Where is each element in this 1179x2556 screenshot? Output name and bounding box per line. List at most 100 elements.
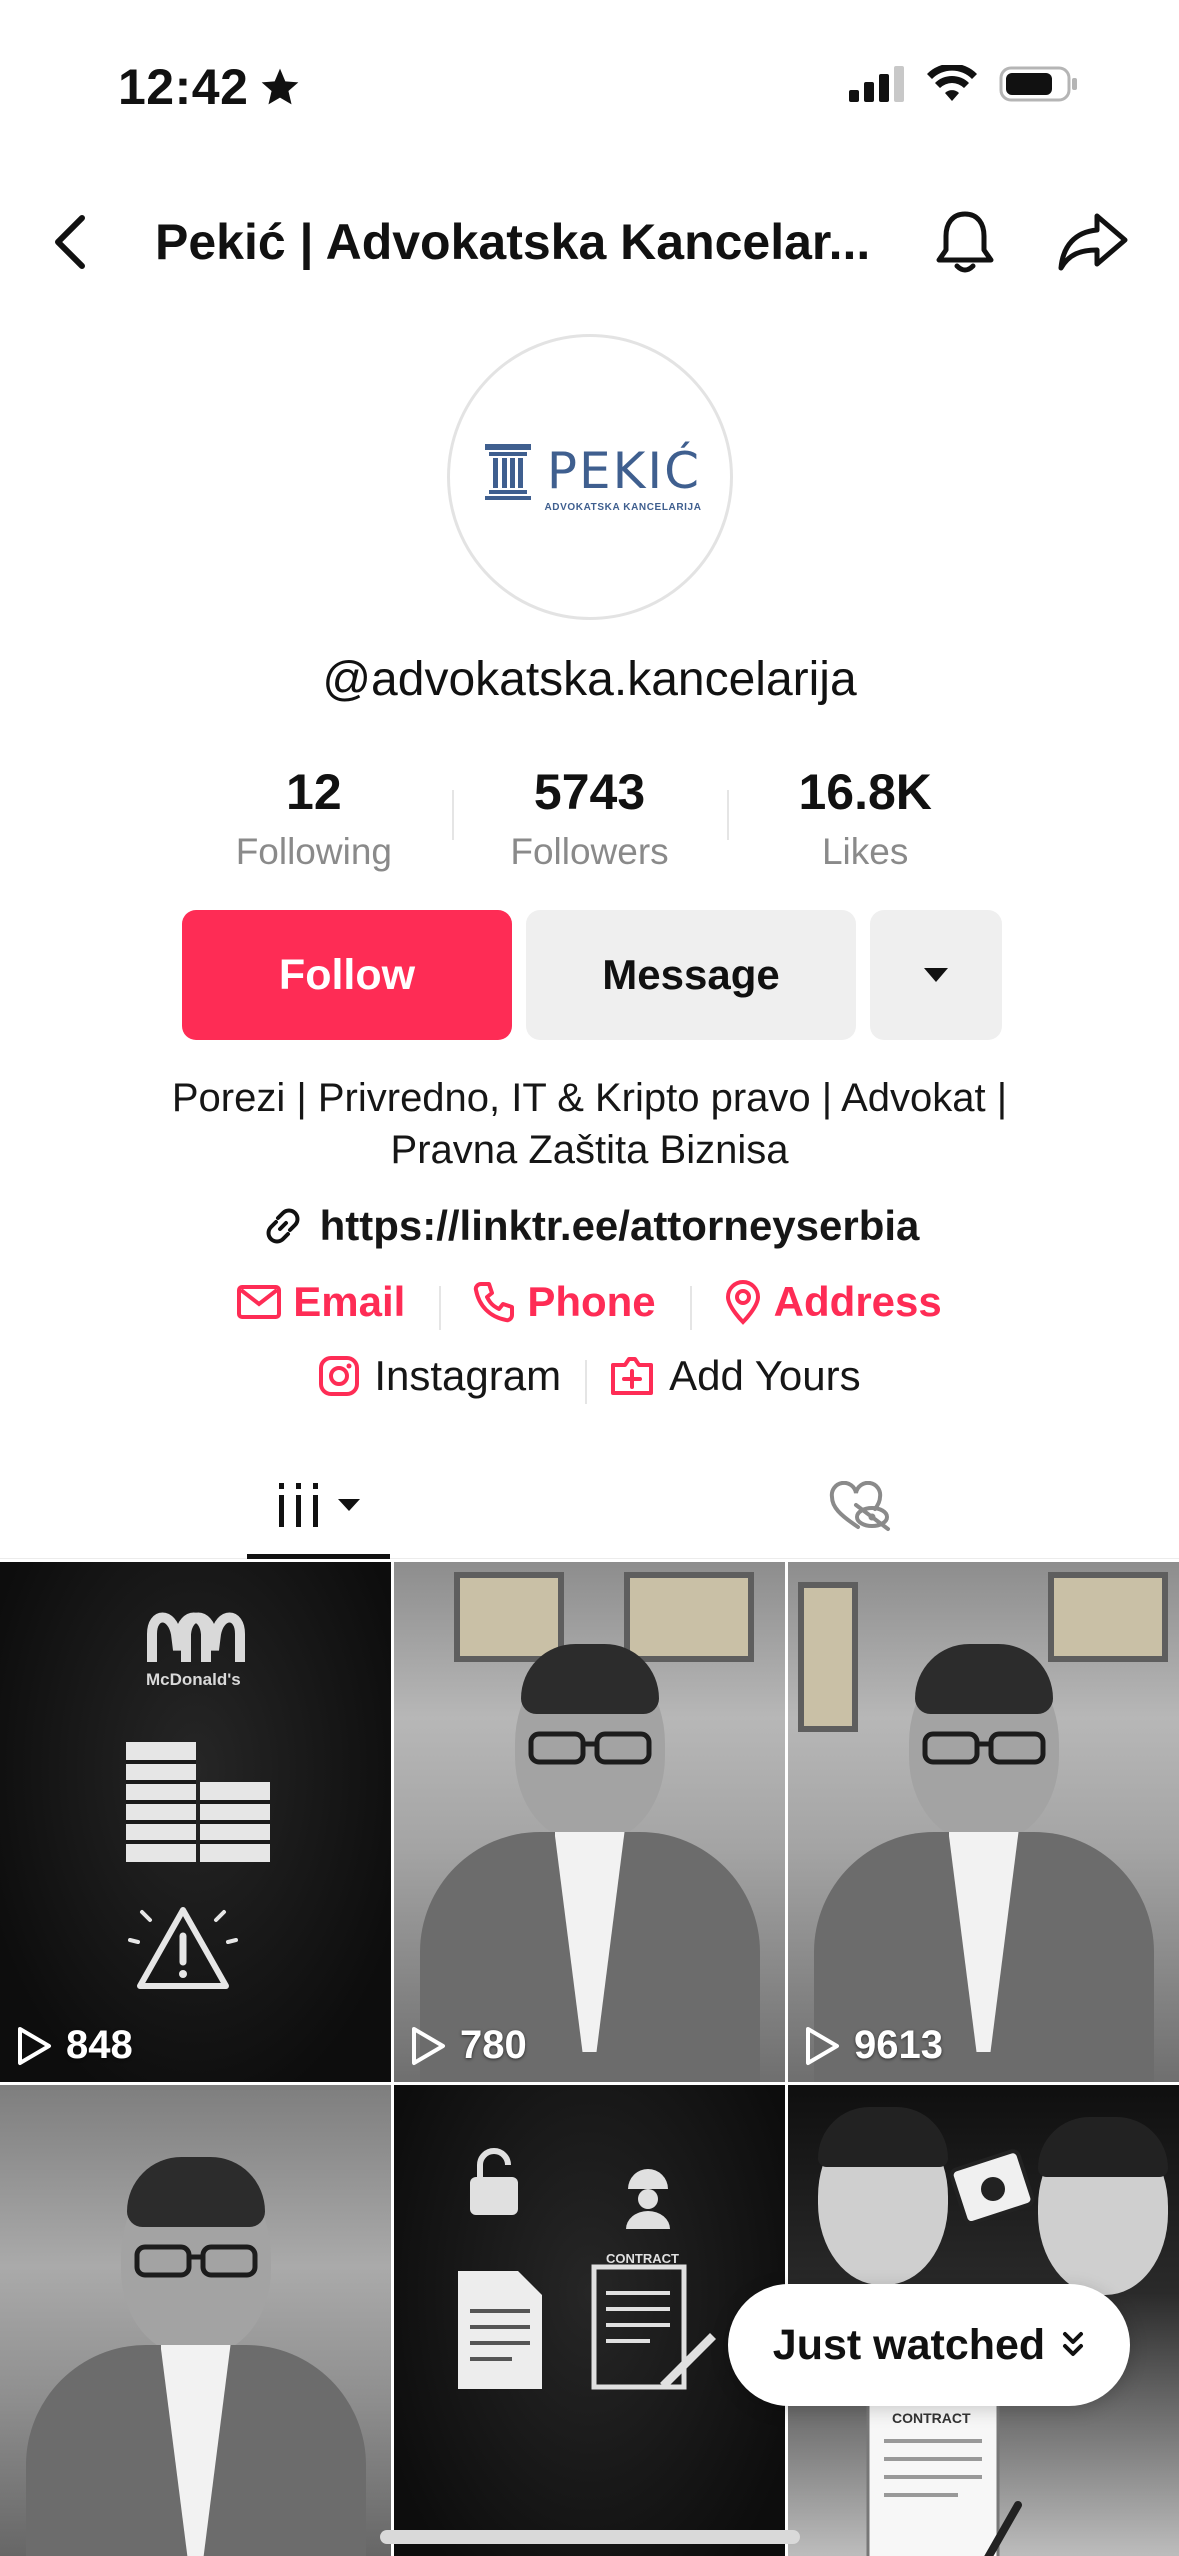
double-chevron-down-icon [1063,2332,1084,2356]
phone-button[interactable]: Phone [439,1278,689,1330]
address-button[interactable]: Address [689,1278,976,1330]
tab-videos[interactable] [247,1455,390,1559]
logo-subtext: ADVOKATSKA KANCELARIJA [544,501,702,513]
wall-frame [454,1572,564,1662]
wifi-icon [927,65,977,101]
stat-label: Followers [510,831,669,872]
profile-header: Pekić | Advokatska Kancelar... [0,190,1179,300]
video-thumbnail[interactable] [0,2085,391,2556]
stat-likes[interactable]: 16.8K Likes [727,760,1003,880]
stat-value: 16.8K [798,764,932,820]
caret-down-icon [337,1498,360,1511]
location-pin-icon [725,1280,760,1325]
phone-icon [474,1282,515,1323]
tab-liked[interactable] [810,1455,910,1559]
suggested-accounts-button[interactable] [870,910,1002,1040]
document-icon [458,2271,542,2389]
battery-icon [999,66,1077,102]
stat-label: Following [235,831,392,872]
email-label: Email [293,1278,406,1325]
view-count: 848 [16,2023,133,2068]
bio-link[interactable]: https://linktr.ee/attorneyserbia [0,1202,1179,1250]
back-chevron-icon [55,215,85,269]
video-thumbnail[interactable]: 780 [394,1562,785,2082]
share-icon [1058,213,1128,271]
profile-tabs [0,1455,1179,1559]
view-count-text: 9613 [854,2023,943,2067]
status-bar: 12:42 [0,0,1179,170]
link-icon [266,1208,300,1244]
play-icon [18,2026,51,2065]
status-icons [849,64,1079,104]
social-row: Instagram Add Yours [0,1352,1179,1404]
page-title: Pekić | Advokatska Kancelar... [155,214,871,270]
profile-actions: Follow Message [182,910,1002,1040]
link-text: https://linktr.ee/attorneyserbia [319,1202,920,1249]
person-hair [818,2107,948,2167]
email-button[interactable]: Email [203,1278,439,1326]
stat-value: 12 [286,764,342,820]
padlock-icon [470,2148,518,2215]
thumbnail-caption: CONTRACT [892,2410,971,2426]
status-time: 12:42 [118,58,302,116]
worker-icon [626,2169,670,2229]
bell-icon [936,211,994,273]
just-watched-label: Just watched [772,2320,1046,2369]
courthouse-logo-icon [484,443,531,500]
notifications-button[interactable] [930,206,1000,278]
back-button[interactable] [40,212,100,272]
view-count-text: 780 [460,2023,527,2067]
view-count: 780 [410,2023,527,2068]
person-hair [1038,2117,1168,2177]
bio-line: Porezi | Privredno, IT & Kripto pravo | … [171,1076,1008,1120]
logo: PEKIĆ [483,442,701,500]
view-count: 9613 [804,2023,943,2068]
instagram-icon [319,1356,360,1396]
instagram-label: Instagram [374,1352,562,1399]
video-thumbnail[interactable]: McDonald's 848 [0,1562,391,2082]
address-label: Address [773,1278,942,1325]
liked-hidden-icon [829,1481,890,1531]
person-figure [813,1644,1154,2082]
thumbnail-caption: McDonald's [146,1670,241,1689]
mcdonalds-logo-icon [147,1612,245,1662]
signal-icon [849,66,904,102]
stat-followers[interactable]: 5743 Followers [451,760,728,880]
logo-text: PEKIĆ [546,441,702,500]
wall-frame [624,1572,754,1662]
status-time-text: 12:42 [118,59,249,115]
home-indicator[interactable] [380,2530,800,2544]
warning-icon [128,1907,238,1989]
money-icon [949,2149,1035,2226]
contact-row: Email Phone Address [0,1278,1179,1330]
person-figure [25,2157,366,2556]
contract-signing-icon [591,2264,716,2390]
video-thumbnail[interactable]: 9613 [788,1562,1179,2082]
envelope-icon [237,1285,282,1319]
add-yours-button[interactable]: Add Yours [585,1352,885,1404]
video-grid: McDonald's 848 780 9613 CONTRACT CONTRAC… [0,1562,1179,2556]
instagram-link[interactable]: Instagram [294,1352,585,1400]
stat-label: Likes [821,831,909,872]
view-count-text: 848 [66,2023,133,2067]
star-icon [262,68,299,105]
caret-down-icon [924,968,948,982]
add-yours-icon [611,1357,654,1395]
video-thumbnail[interactable]: CONTRACT [394,2085,785,2556]
stat-following[interactable]: 12 Following [176,760,452,880]
stat-value: 5743 [533,764,646,820]
play-icon [412,2026,445,2065]
add-yours-label: Add Yours [669,1352,861,1399]
avatar[interactable]: PEKIĆ ADVOKATSKA KANCELARIJA [447,334,733,620]
buildings-icon [126,1742,270,1862]
play-icon [806,2026,839,2065]
person-figure [419,1644,760,2082]
share-button[interactable] [1055,206,1131,278]
follow-button[interactable]: Follow [182,910,512,1040]
bio: Porezi | Privredno, IT & Kripto pravo | … [0,1072,1179,1176]
username: @advokatska.kancelarija [322,653,857,706]
message-button[interactable]: Message [526,910,856,1040]
just-watched-button[interactable]: Just watched [728,2284,1130,2406]
videos-grid-icon [278,1482,318,1527]
profile-stats: 12 Following 5743 Followers 16.8K Likes [176,760,1003,880]
